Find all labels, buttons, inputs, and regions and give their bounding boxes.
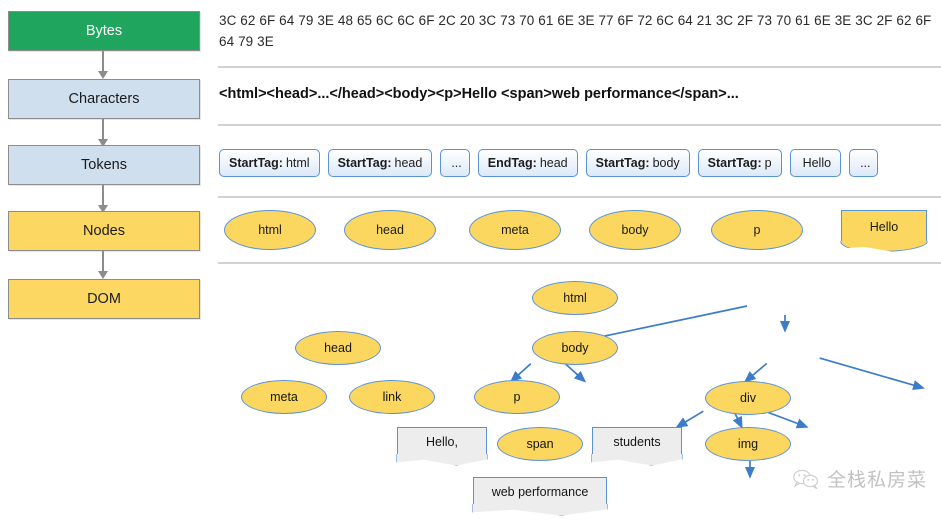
token-value: ...	[860, 156, 871, 170]
dom-tree-edge	[675, 410, 704, 428]
node-ellipse: html	[224, 210, 316, 250]
node-ellipse: head	[344, 210, 436, 250]
token-value: head	[394, 156, 423, 170]
token-pill: StartTag: body	[585, 149, 690, 177]
dom-element-node: meta	[241, 380, 327, 414]
node-ellipse: meta	[469, 210, 561, 250]
dom-element-node: html	[532, 281, 618, 315]
dom-node-label: meta	[270, 390, 298, 404]
stage-divider-1	[218, 66, 941, 68]
dom-element-node: span	[497, 427, 583, 461]
node-label: html	[258, 223, 282, 237]
node-label: p	[753, 223, 761, 237]
token-value: p	[764, 156, 772, 170]
dom-node-label: body	[561, 341, 589, 355]
token-key: StartTag:	[229, 156, 283, 170]
token-pill: Hello	[789, 149, 842, 177]
dom-node-label: span	[526, 437, 554, 451]
dom-element-node: head	[295, 331, 381, 365]
stage-divider-3	[218, 196, 941, 198]
dom-node-label: div	[740, 391, 756, 405]
token-key: StartTag:	[337, 156, 392, 170]
dom-node-label: link	[382, 390, 402, 404]
token-pill: StartTag: p	[697, 149, 782, 177]
token-pill: EndTag: head	[477, 149, 578, 177]
bytes-hex-text: 3C 62 6F 64 79 3E 48 65 6C 6C 6F 2C 20 3…	[219, 13, 932, 49]
node-label: head	[376, 223, 404, 237]
flow-arrow-characters-to-tokens	[98, 119, 108, 147]
pipeline-step-label: Characters	[68, 91, 140, 107]
pipeline-step-nodes: Nodes	[8, 211, 200, 251]
flow-arrow-bytes-to-characters	[98, 51, 108, 79]
dom-tree-edge	[732, 413, 743, 429]
dom-element-node: img	[705, 427, 791, 461]
token-pill: StartTag: html	[219, 149, 320, 177]
dom-tree-edge	[743, 362, 768, 383]
token-pill: StartTag: head	[327, 149, 433, 177]
dom-text-node: students	[592, 427, 682, 457]
token-key: StartTag:	[595, 156, 650, 170]
wechat-icon	[793, 469, 819, 489]
stages-panel: 3C 62 6F 64 79 3E 48 65 6C 6C 6F 2C 20 3…	[210, 0, 941, 520]
dom-element-node: p	[474, 380, 560, 414]
dom-element-node: body	[532, 331, 618, 365]
pipeline-step-label: Bytes	[85, 23, 123, 39]
pipeline-step-label: Tokens	[81, 157, 127, 173]
pipeline-column: Bytes Characters Tokens Nodes DOM	[0, 0, 210, 520]
token-pill: ...	[849, 149, 879, 177]
dom-element-node: link	[349, 380, 435, 414]
token-row: StartTag: html StartTag: head... EndTag: head…	[219, 149, 879, 177]
pipeline-step-label: Nodes	[83, 223, 125, 239]
dom-node-label: head	[324, 341, 352, 355]
dom-node-label: img	[737, 437, 759, 451]
dom-node-label: students	[613, 435, 661, 449]
token-value: html	[285, 156, 310, 170]
dom-tree-edge	[584, 305, 748, 343]
token-value: Hello	[802, 156, 832, 170]
pipeline-step-characters: Characters	[8, 79, 200, 119]
token-key: StartTag:	[707, 156, 762, 170]
dom-tree-edge	[819, 357, 925, 391]
node-label: meta	[501, 223, 529, 237]
dom-node-label: p	[513, 390, 521, 404]
token-key: EndTag:	[487, 156, 537, 170]
token-pill: ...	[440, 149, 470, 177]
pipeline-step-dom: DOM	[8, 279, 200, 319]
dom-node-label: html	[563, 291, 587, 305]
dom-text-node: web performance	[473, 477, 607, 507]
watermark-text: 全栈私房菜	[826, 469, 927, 491]
node-ellipse: body	[589, 210, 681, 250]
node-text-note: Hello	[841, 210, 927, 244]
token-value: body	[652, 156, 680, 170]
watermark: 全栈私房菜	[793, 465, 927, 492]
dom-element-node: div	[705, 381, 791, 415]
node-ellipse: p	[711, 210, 803, 250]
dom-node-label: Hello,	[426, 435, 458, 449]
token-value: head	[539, 156, 568, 170]
node-label: Hello	[869, 220, 899, 234]
characters-html-text: <html><head>...</head><body><p>Hello <sp…	[219, 86, 739, 102]
dom-tree-edge	[509, 362, 532, 383]
dom-tree-edge	[564, 362, 587, 383]
pipeline-step-tokens: Tokens	[8, 145, 200, 185]
token-value: ...	[451, 156, 462, 170]
pipeline-step-bytes: Bytes	[8, 11, 200, 51]
dom-node-label: web performance	[491, 485, 589, 499]
flow-arrow-nodes-to-dom	[98, 251, 108, 279]
node-label: body	[621, 223, 649, 237]
flow-arrow-tokens-to-nodes	[98, 185, 108, 213]
pipeline-step-label: DOM	[87, 291, 121, 307]
stage-divider-2	[218, 124, 941, 126]
dom-text-node: Hello,	[397, 427, 487, 457]
